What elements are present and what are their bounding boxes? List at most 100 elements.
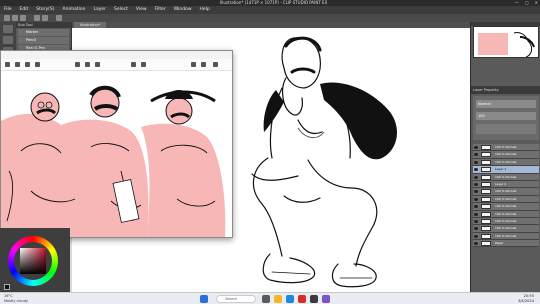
opacity-field[interactable]: 100 bbox=[476, 112, 536, 120]
save-icon[interactable] bbox=[191, 62, 196, 67]
chrome-icon[interactable] bbox=[298, 295, 306, 303]
eye-icon[interactable] bbox=[474, 205, 478, 209]
viewer-title-bar bbox=[1, 51, 232, 59]
layer-row[interactable]: 100 % Normal bbox=[473, 203, 539, 211]
eye-icon[interactable] bbox=[474, 146, 478, 149]
clock-date: 3/4/2024 bbox=[517, 299, 534, 303]
system-clock[interactable]: 20:55 3/4/2024 bbox=[518, 294, 534, 304]
layer-thumbnail bbox=[481, 196, 491, 202]
layer-row[interactable]: 100 % Normal bbox=[473, 225, 539, 233]
menu-file[interactable]: File bbox=[4, 6, 12, 14]
menu-layer[interactable]: Layer bbox=[93, 6, 106, 14]
layer-label: Layer 1 bbox=[495, 167, 507, 172]
menu-view[interactable]: View bbox=[136, 6, 147, 14]
color-saturation-square[interactable] bbox=[20, 248, 46, 274]
eye-icon[interactable] bbox=[474, 153, 478, 157]
crop-icon[interactable] bbox=[15, 62, 20, 67]
start-icon[interactable] bbox=[200, 295, 208, 303]
adjust-icon[interactable] bbox=[25, 62, 30, 67]
eye-icon[interactable] bbox=[474, 182, 478, 186]
layer-row[interactable]: Layer 1 bbox=[473, 166, 539, 174]
undo-icon[interactable] bbox=[34, 15, 40, 21]
viewer-toolbar bbox=[1, 59, 232, 71]
menu-icon[interactable] bbox=[5, 62, 10, 67]
layer-thumbnail bbox=[481, 241, 491, 247]
new-file-icon[interactable] bbox=[4, 15, 10, 21]
menu-filter[interactable]: Filter bbox=[155, 6, 166, 14]
menu-animation[interactable]: Animation bbox=[63, 6, 86, 14]
eye-icon[interactable] bbox=[474, 212, 478, 216]
color-wheel[interactable] bbox=[8, 236, 58, 286]
clip-studio-window: Illustration* (1471P × 1071P) - CLIP STU… bbox=[0, 0, 540, 304]
layer-row[interactable]: 100 % Normal bbox=[473, 173, 539, 181]
eye-icon[interactable] bbox=[474, 190, 478, 194]
markup-icon[interactable] bbox=[35, 62, 40, 67]
reference-viewer-window[interactable] bbox=[0, 50, 233, 238]
file-explorer-icon[interactable] bbox=[274, 295, 282, 303]
edge-icon[interactable] bbox=[286, 295, 294, 303]
eye-icon[interactable] bbox=[474, 219, 478, 223]
menu-story[interactable]: Story(S) bbox=[36, 6, 54, 14]
save-icon[interactable] bbox=[20, 15, 26, 21]
blend-mode-select[interactable]: Normal bbox=[476, 100, 536, 108]
task-view-icon[interactable] bbox=[262, 295, 270, 303]
photos-icon[interactable] bbox=[322, 295, 330, 303]
layer-row[interactable]: 100 % Normal bbox=[473, 217, 539, 226]
open-icon[interactable] bbox=[12, 15, 18, 21]
menu-edit[interactable]: Edit bbox=[20, 6, 29, 14]
redo-icon[interactable] bbox=[42, 15, 48, 21]
taskbar-search[interactable]: Search bbox=[216, 295, 256, 303]
eye-icon[interactable] bbox=[474, 234, 478, 238]
layer-row[interactable]: 100 % Normal bbox=[473, 232, 539, 241]
subtool-header: Sub Tool bbox=[16, 22, 71, 28]
subtool-item[interactable]: Pencil bbox=[18, 37, 69, 44]
layer-toolbar bbox=[476, 124, 536, 134]
eraser-icon[interactable] bbox=[95, 62, 100, 67]
layer-row[interactable]: 100 % Normal bbox=[473, 144, 539, 152]
layer-thumbnail bbox=[481, 181, 491, 187]
eye-icon[interactable] bbox=[474, 160, 478, 164]
pen-icon[interactable] bbox=[75, 62, 80, 67]
layer-thumbnail bbox=[481, 159, 491, 165]
menu-select[interactable]: Select bbox=[114, 6, 128, 14]
layer-label: 100 % Normal bbox=[495, 174, 517, 179]
layer-row[interactable]: Layer 2 bbox=[473, 180, 539, 189]
layer-label: 100 % Normal bbox=[495, 152, 517, 157]
menu-help[interactable]: Help bbox=[200, 6, 210, 14]
menu-window[interactable]: Window bbox=[174, 6, 192, 14]
clear-icon[interactable] bbox=[56, 15, 62, 21]
more-icon[interactable] bbox=[213, 62, 218, 67]
layer-row[interactable]: 100 % Normal bbox=[473, 210, 539, 218]
layer-thumbnail bbox=[481, 226, 491, 232]
layer-thumbnail bbox=[481, 204, 491, 210]
copy-icon[interactable] bbox=[201, 62, 206, 67]
navigator-preview[interactable] bbox=[473, 26, 539, 58]
clip-studio-icon[interactable] bbox=[310, 295, 318, 303]
undo-icon[interactable] bbox=[131, 62, 136, 67]
main-color-swatch[interactable] bbox=[4, 284, 10, 290]
layer-label: 100 % Normal bbox=[495, 145, 517, 149]
redo-icon[interactable] bbox=[141, 62, 146, 67]
reference-image bbox=[1, 81, 232, 237]
layer-label: 100 % Normal bbox=[495, 226, 517, 231]
layer-row[interactable]: 100 % Normal bbox=[473, 151, 539, 159]
windows-taskbar: 16°C Mostly cloudy Search 20:55 3/4/2024 bbox=[0, 292, 540, 304]
subtool-item[interactable]: Marker bbox=[18, 29, 69, 36]
brush-tool-icon[interactable] bbox=[3, 36, 13, 44]
eye-icon[interactable] bbox=[474, 175, 478, 179]
layer-label: 100 % Normal bbox=[495, 233, 517, 238]
layer-row[interactable]: 100 % Normal bbox=[473, 188, 539, 196]
layer-label: 100 % Normal bbox=[495, 218, 517, 223]
color-wheel-panel bbox=[0, 228, 70, 292]
layer-thumbnail bbox=[481, 211, 491, 217]
eye-icon[interactable] bbox=[474, 197, 478, 201]
eye-icon[interactable] bbox=[474, 242, 478, 246]
layer-row[interactable]: Paper bbox=[473, 240, 539, 248]
weather-widget[interactable]: 16°C Mostly cloudy bbox=[4, 294, 28, 304]
layer-row[interactable]: 100 % Normal bbox=[473, 158, 539, 167]
layer-row[interactable]: 100 % Normal bbox=[473, 195, 539, 204]
eye-icon[interactable] bbox=[474, 227, 478, 231]
pen-tool-icon[interactable] bbox=[3, 25, 13, 33]
highlighter-icon[interactable] bbox=[85, 62, 90, 67]
eye-icon[interactable] bbox=[474, 168, 478, 172]
